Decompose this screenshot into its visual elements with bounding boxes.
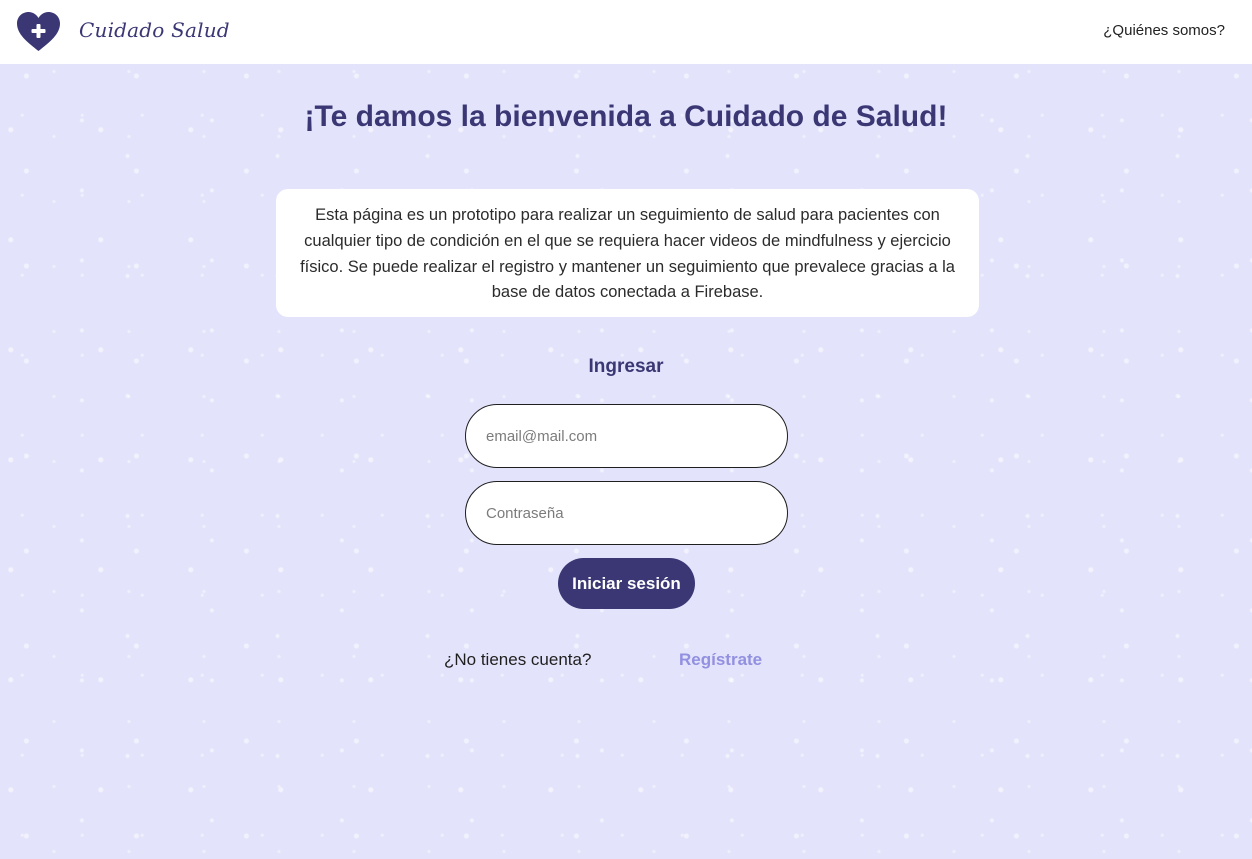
no-account-text: ¿No tienes cuenta?	[444, 650, 592, 669]
login-button[interactable]: Iniciar sesión	[558, 558, 695, 609]
nav-link-about-us[interactable]: ¿Quiénes somos?	[1103, 22, 1225, 39]
intro-description: Esta página es un prototipo para realiza…	[300, 206, 955, 302]
intro-card: Esta página es un prototipo para realiza…	[276, 189, 979, 317]
login-heading: Ingresar	[588, 356, 664, 377]
email-field[interactable]	[465, 404, 788, 468]
password-field[interactable]	[465, 481, 788, 545]
page-title: ¡Te damos la bienvenida a Cuidado de Sal…	[304, 100, 948, 133]
brand-name[interactable]: Cuidado Salud	[79, 18, 230, 42]
register-link[interactable]: Regístrate	[679, 650, 762, 670]
heart-plus-icon[interactable]	[17, 12, 60, 52]
top-navbar: Cuidado Salud ¿Quiénes somos?	[0, 0, 1252, 64]
